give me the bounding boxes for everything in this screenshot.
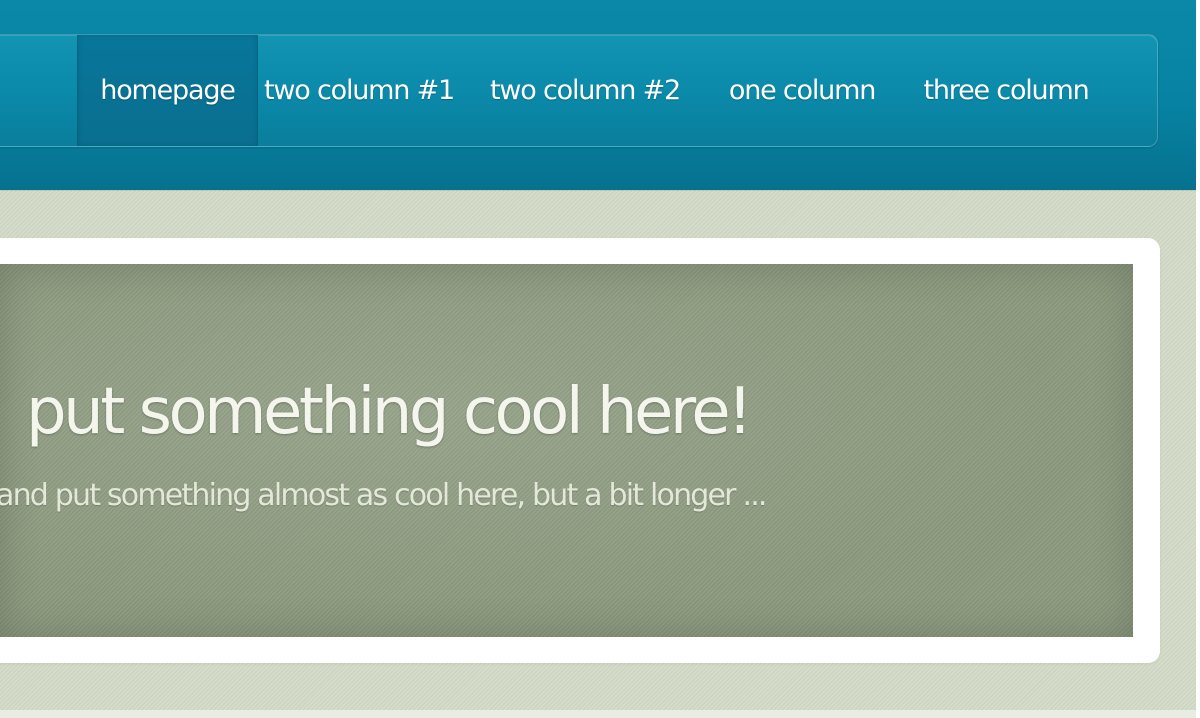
page-edge (1196, 0, 1200, 718)
page-bottom-divider (0, 710, 1196, 718)
hero-title: put something cool here! (26, 375, 753, 449)
nav-item-homepage[interactable]: homepage (77, 35, 258, 146)
site-header: homepage two column #1 two column #2 one… (0, 0, 1196, 190)
nav-item-two-column-2[interactable]: two column #2 (490, 35, 681, 146)
nav-item-three-column[interactable]: three column (916, 35, 1096, 146)
hero-subtitle: and put something almost as cool here, b… (0, 478, 767, 513)
nav-item-one-column[interactable]: one column (723, 35, 881, 146)
main-navigation: homepage two column #1 two column #2 one… (0, 34, 1158, 147)
hero-banner (0, 264, 1133, 637)
nav-item-two-column-1[interactable]: two column #1 (264, 35, 455, 146)
